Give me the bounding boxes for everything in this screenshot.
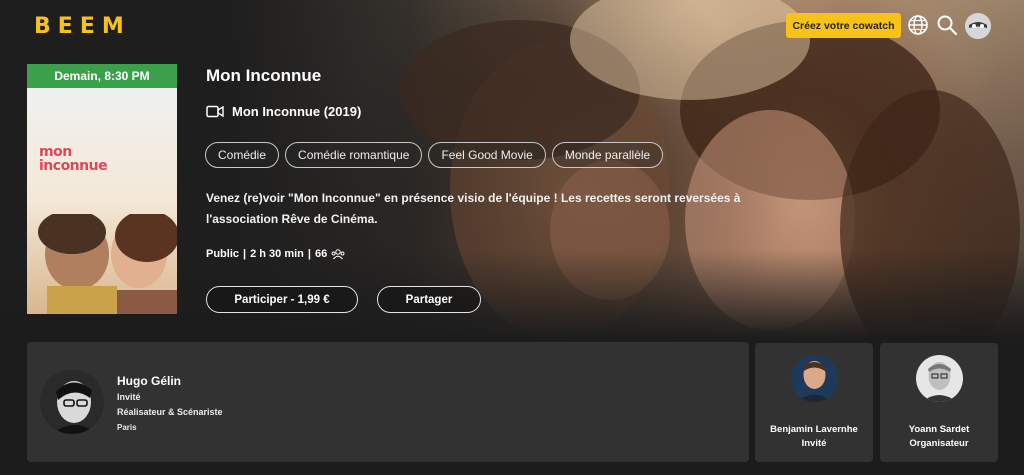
guest-role: Organisateur [909,438,969,449]
tag-comedie[interactable]: Comédie [205,142,280,168]
guest-avatar [40,370,104,434]
separator: | [243,248,247,260]
guest-city: Paris [117,423,137,432]
video-camera-icon [206,105,224,118]
guest-avatar [916,355,963,402]
visibility-label: Public [206,248,240,260]
poster-title: inconnue [39,158,108,174]
film-link[interactable]: Mon Inconnue (2019) [206,104,361,119]
schedule-badge: Demain, 8:30 PM [27,64,177,88]
guest-name: Hugo Gélin [117,374,181,388]
create-cowatch-button[interactable]: Créez votre cowatch [786,13,901,38]
attendee-count: 66 [314,248,328,260]
user-avatar-icon[interactable] [965,13,991,39]
logo-letter: E [79,14,97,39]
guest-role: Invité [117,392,141,402]
poster-artwork [38,214,177,314]
film-label: Mon Inconnue (2019) [232,104,362,119]
event-description: Venez (re)voir "Mon Inconnue" en présenc… [206,191,741,226]
share-button[interactable]: Partager [377,286,481,313]
globe-icon[interactable] [907,14,929,36]
tag-monde-parallele[interactable]: Monde parallèle [551,142,664,168]
logo-letter: B [34,14,53,39]
guest-card[interactable]: Benjamin Lavernhe Invité [755,343,873,462]
guest-job: Réalisateur & Scénariste [117,407,223,417]
guest-card[interactable]: Yoann Sardet Organisateur [880,343,998,462]
search-icon[interactable] [936,14,958,36]
movie-poster[interactable]: Demain, 8:30 PM mon inconnue [27,64,177,314]
separator: | [307,248,311,260]
guest-avatar [791,355,838,402]
guest-role: Invité [801,438,827,449]
beem-logo[interactable]: B E E M [34,14,126,39]
people-icon [331,248,345,259]
event-meta: Public | 2 h 30 min | 66 [206,248,345,260]
main-guest-card[interactable]: Hugo Gélin Invité Réalisateur & Scénaris… [27,342,749,462]
tag-feel-good-movie[interactable]: Feel Good Movie [428,142,546,168]
participate-button[interactable]: Participer - 1,99 € [206,286,358,313]
event-title: Mon Inconnue [206,66,322,85]
logo-letter: E [57,14,75,39]
logo-letter: M [101,14,126,39]
tag-comedie-romantique[interactable]: Comédie romantique [285,142,423,168]
guest-name: Yoann Sardet [908,424,970,435]
guest-name: Benjamin Lavernhe [770,424,858,435]
genre-tags: Comédie Comédie romantique Feel Good Mov… [205,142,664,168]
duration-label: 2 h 30 min [250,248,304,260]
